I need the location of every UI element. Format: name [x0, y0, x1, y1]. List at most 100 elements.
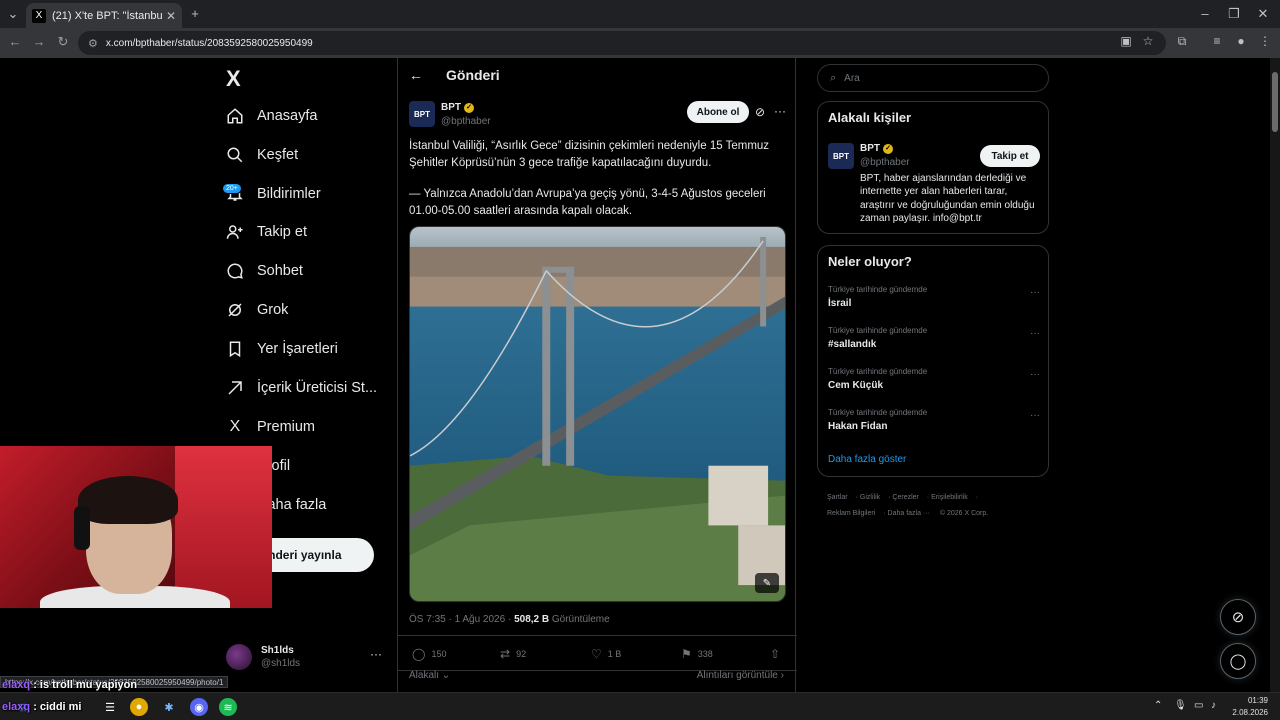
- footer-link[interactable]: Gizlilik: [860, 494, 880, 501]
- search-input[interactable]: Ara: [844, 73, 860, 84]
- chrome-icon[interactable]: ●: [130, 698, 148, 716]
- nav-label: Sohbet: [257, 263, 303, 279]
- related-person-avatar[interactable]: BPT: [828, 143, 854, 169]
- forward-icon[interactable]: →: [30, 34, 48, 49]
- tray-chevron-icon[interactable]: ⌃: [1154, 700, 1162, 711]
- related-label: Alakalı: [409, 670, 440, 681]
- taskview-icon[interactable]: ☰: [101, 698, 119, 716]
- bookmark-icon: [226, 340, 244, 358]
- bookmark-button[interactable]: ⚑ 338: [681, 647, 713, 661]
- subscribe-button[interactable]: Abone ol: [687, 101, 749, 123]
- address-bar[interactable]: ⚙ x.com/bpthaber/status/2083592580025950…: [78, 31, 1166, 55]
- verified-badge-icon: ✓: [883, 143, 893, 154]
- notification-badge: 20+: [222, 183, 242, 194]
- messages-floating-button[interactable]: ◯: [1220, 643, 1256, 679]
- minimize-icon[interactable]: –: [1196, 5, 1214, 23]
- webcam-background: [175, 446, 272, 608]
- tweet-meta: ÖS 7:35 · 1 Ağu 2026 · 508,2 B Görüntüle…: [409, 614, 610, 625]
- extensions-icon[interactable]: ⧉: [1173, 34, 1191, 49]
- nav-chat[interactable]: Sohbet: [226, 255, 303, 287]
- tweet-author-avatar[interactable]: BPT: [409, 101, 435, 127]
- related-dropdown[interactable]: Alakalı ⌄: [409, 670, 450, 681]
- nav-creator-studio[interactable]: İçerik Üreticisi St...: [226, 372, 377, 404]
- search-box[interactable]: ⌕ Ara: [817, 64, 1049, 92]
- discord-icon[interactable]: ◉: [190, 698, 208, 716]
- grok-explain-icon[interactable]: ⊘: [755, 105, 765, 119]
- x-logo[interactable]: X: [226, 66, 241, 92]
- display-icon[interactable]: ▭: [1194, 700, 1203, 711]
- site-info-icon[interactable]: ⚙: [88, 37, 98, 50]
- main-column: ← Gönderi BPT BPT ✓ @bpthaber Abone ol ⊘…: [397, 58, 797, 692]
- trend-more-icon[interactable]: ···: [1030, 410, 1040, 421]
- tweet-more-icon[interactable]: ···: [774, 104, 786, 118]
- trend-item[interactable]: Türkiye tarihinde gündemde Cem Küçük ···: [828, 367, 1040, 397]
- like-button[interactable]: ♡ 1 B: [591, 647, 621, 661]
- app-icon[interactable]: ✱: [160, 698, 178, 716]
- tweet-author-name[interactable]: BPT ✓: [441, 102, 474, 113]
- account-switcher[interactable]: Sh1lds @sh1lds ···: [226, 642, 386, 672]
- browser-tab[interactable]: X (21) X'te BPT: "İstanbul Valiliği, " ✕: [26, 3, 182, 28]
- volume-icon[interactable]: ♪: [1211, 700, 1216, 711]
- retweet-count: 92: [516, 649, 527, 659]
- nav-grok[interactable]: Grok: [226, 294, 288, 326]
- like-count: 1 B: [607, 649, 622, 659]
- x-icon: X: [229, 418, 241, 435]
- nav-explore[interactable]: Keşfet: [226, 139, 298, 171]
- grok-floating-button[interactable]: ⊘: [1220, 599, 1256, 635]
- nav-premium[interactable]: X Premium: [226, 411, 315, 443]
- footer-link[interactable]: Reklam Bilgileri: [827, 510, 875, 517]
- reload-icon[interactable]: ↻: [54, 34, 72, 50]
- system-clock[interactable]: 01:39 2.08.2026: [1232, 695, 1268, 719]
- trend-item[interactable]: Türkiye tarihinde gündemde Hakan Fidan ·…: [828, 408, 1040, 438]
- image-edit-icon[interactable]: ✎: [755, 573, 779, 593]
- bookmark-star-icon[interactable]: ☆: [1139, 34, 1157, 48]
- new-tab-icon[interactable]: +: [186, 5, 204, 23]
- microphone-icon[interactable]: 🎙: [1174, 700, 1187, 711]
- close-window-icon[interactable]: ✕: [1254, 5, 1272, 23]
- footer-link[interactable]: Çerezler: [892, 494, 918, 501]
- footer-link[interactable]: Şartlar: [827, 494, 848, 501]
- trend-more-icon[interactable]: ···: [1030, 328, 1040, 339]
- trend-more-icon[interactable]: ···: [1030, 287, 1040, 298]
- close-tab-icon[interactable]: ✕: [166, 9, 176, 23]
- install-app-icon[interactable]: ▣: [1117, 34, 1135, 48]
- grok-icon: ⊘: [1231, 609, 1245, 626]
- heart-icon: ♡: [591, 647, 602, 661]
- trend-item[interactable]: Türkiye tarihinde gündemde #sallandık ··…: [828, 326, 1040, 356]
- nav-follow[interactable]: Takip et: [226, 216, 307, 248]
- account-more-icon[interactable]: ···: [370, 647, 382, 661]
- follow-button[interactable]: Takip et: [980, 145, 1040, 167]
- browser-menu-icon[interactable]: ⋮: [1256, 34, 1274, 48]
- nav-home[interactable]: Anasayfa: [226, 100, 317, 132]
- page-scrollbar[interactable]: [1270, 58, 1280, 692]
- profile-avatar-icon[interactable]: ●: [1232, 34, 1250, 48]
- back-icon[interactable]: ←: [6, 34, 24, 49]
- tweet-photo[interactable]: ✎: [409, 226, 786, 602]
- trend-topic: İsrail: [828, 298, 852, 309]
- view-quotes-link[interactable]: Alıntıları görüntüle ›: [697, 670, 784, 681]
- page-title: Gönderi: [446, 67, 500, 83]
- reading-list-icon[interactable]: ≡: [1208, 34, 1226, 48]
- spotify-icon[interactable]: ≋: [219, 698, 237, 716]
- related-person-name[interactable]: BPT ✓: [860, 143, 893, 154]
- nav-notifications[interactable]: 20+ Bildirimler: [222, 178, 321, 210]
- trend-more-icon[interactable]: ···: [1030, 369, 1040, 380]
- restore-icon[interactable]: ❐: [1225, 5, 1243, 23]
- tab-search-icon[interactable]: ⌄: [4, 5, 22, 23]
- footer-link[interactable]: Daha fazla ···: [888, 510, 930, 517]
- reply-button[interactable]: ◯ 150: [412, 647, 446, 661]
- trend-item[interactable]: Türkiye tarihinde gündemde İsrail ···: [828, 285, 1040, 315]
- retweet-button[interactable]: ⇄ 92: [500, 647, 526, 661]
- show-more-link[interactable]: Daha fazla göster: [828, 454, 906, 465]
- clock-time: 01:39: [1247, 696, 1268, 705]
- related-person-handle[interactable]: @bpthaber: [860, 157, 910, 168]
- share-button[interactable]: ⇧: [770, 647, 786, 661]
- quotes-label: Alıntıları görüntüle: [696, 670, 778, 681]
- scrollbar-thumb[interactable]: [1272, 72, 1278, 132]
- grok-icon: [226, 301, 244, 319]
- back-arrow-icon[interactable]: ←: [409, 67, 423, 83]
- nav-bookmarks[interactable]: Yer İşaretleri: [226, 333, 338, 365]
- x-favicon-icon: X: [32, 8, 46, 23]
- footer-link[interactable]: Erişilebilirlik: [931, 494, 968, 501]
- tweet-author-handle[interactable]: @bpthaber: [441, 116, 491, 127]
